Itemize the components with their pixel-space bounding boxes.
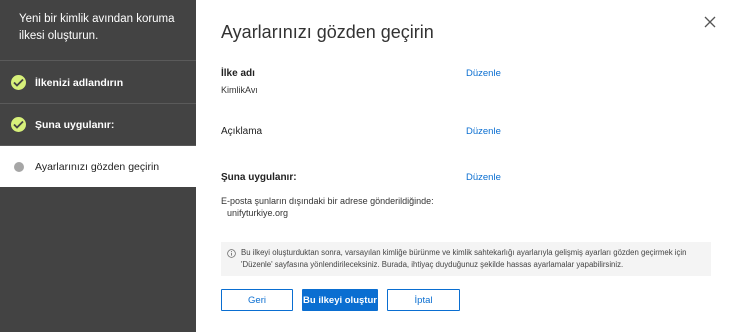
edit-applies-to-link[interactable]: Düzenle xyxy=(466,172,501,183)
wizard-title: Yeni bir kimlik avından koruma ilkesi ol… xyxy=(19,13,175,42)
cancel-button[interactable]: İptal xyxy=(387,289,460,311)
description-label: Açıklama xyxy=(221,126,263,137)
step-label: Ayarlarınızı gözden geçirin xyxy=(35,160,160,173)
info-note: Bu ilkeyi oluşturduktan sonra, varsayıla… xyxy=(221,242,711,276)
applies-to-value: unifyturkiye.org xyxy=(227,208,289,218)
edit-policy-name-link[interactable]: Düzenle xyxy=(466,68,501,79)
note-line-2: 'Düzenle' sayfasına yönlendirileceksiniz… xyxy=(241,260,624,269)
wizard-sidebar: Yeni bir kimlik avından koruma ilkesi ol… xyxy=(0,0,196,332)
close-icon[interactable] xyxy=(702,14,718,30)
divider xyxy=(0,60,196,61)
review-panel: Ayarlarınızı gözden geçirin İlke adı Düz… xyxy=(196,0,737,332)
step-label: Şuna uygulanır: xyxy=(35,118,115,131)
step-applies-to[interactable]: Şuna uygulanır: xyxy=(0,104,196,145)
pending-step-dot-icon xyxy=(14,161,24,172)
edit-description-link[interactable]: Düzenle xyxy=(466,126,501,137)
policy-name-value: KimlikAvı xyxy=(221,85,258,95)
step-review-settings[interactable]: Ayarlarınızı gözden geçirin xyxy=(0,146,196,187)
step-name-policy[interactable]: İlkenizi adlandırın xyxy=(0,62,196,103)
note-line-1: Bu ilkeyi oluşturduktan sonra, varsayıla… xyxy=(241,248,687,257)
applies-to-label: Şuna uygulanır: xyxy=(221,172,297,183)
policy-name-label: İlke adı xyxy=(221,68,255,79)
checkmark-icon xyxy=(11,117,26,132)
checkmark-icon xyxy=(11,75,26,90)
create-policy-button[interactable]: Bu ilkeyi oluştur xyxy=(302,289,378,311)
applies-to-condition: E-posta şunların dışındaki bir adrese gö… xyxy=(221,196,434,206)
page-title: Ayarlarınızı gözden geçirin xyxy=(221,22,434,42)
info-icon xyxy=(227,249,236,258)
back-button[interactable]: Geri xyxy=(221,289,293,311)
step-label: İlkenizi adlandırın xyxy=(35,76,124,89)
